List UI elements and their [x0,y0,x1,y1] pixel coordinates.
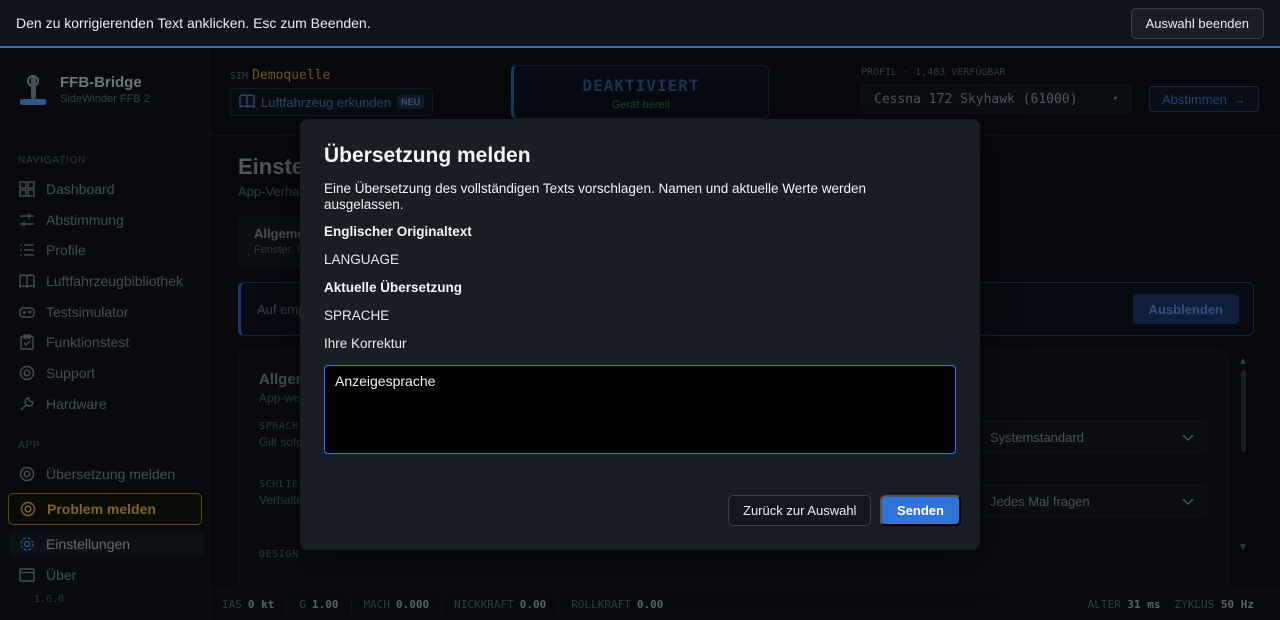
original-text-value: LANGUAGE [324,252,400,267]
correction-input[interactable] [324,365,956,454]
original-text-label: Englischer Originaltext [324,224,472,239]
selection-banner: Den zu korrigierenden Text anklicken. Es… [0,0,1280,48]
correction-label: Ihre Korrektur [324,336,407,351]
end-selection-button[interactable]: Auswahl beenden [1130,7,1264,39]
banner-instruction: Den zu korrigierenden Text anklicken. Es… [16,15,371,31]
current-translation-label: Aktuelle Übersetzung [324,280,463,295]
back-to-selection-button[interactable]: Zurück zur Auswahl [728,495,872,526]
dialog-title: Übersetzung melden [324,144,531,167]
dialog-description: Eine Übersetzung des vollständigen Texts… [324,181,867,212]
send-button[interactable]: Senden [880,495,961,526]
report-translation-dialog: Übersetzung melden Eine Übersetzung des … [300,119,980,550]
current-translation-value: SPRACHE [324,308,390,323]
